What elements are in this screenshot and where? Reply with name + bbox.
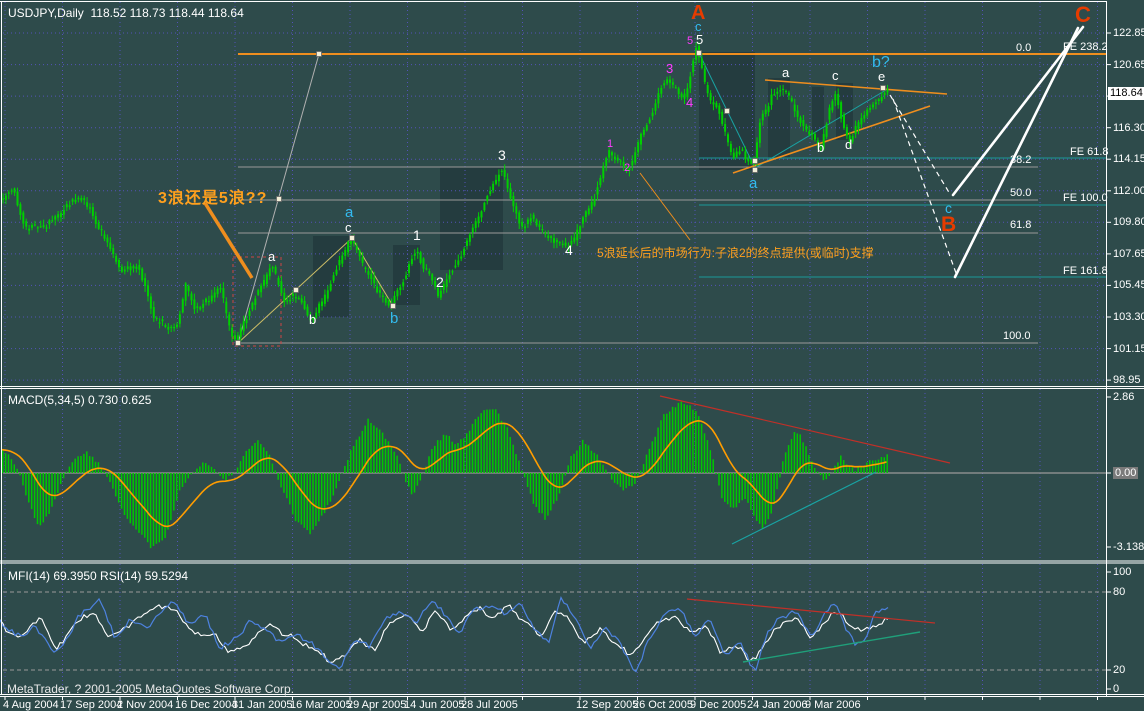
wave-label: b? xyxy=(872,55,890,71)
symbol-title: USDJPY,Daily xyxy=(8,6,84,20)
price-label: 109.80 xyxy=(1113,216,1144,228)
wave-label: 2 xyxy=(436,275,444,289)
date-label: 29 Apr 2005 xyxy=(347,699,406,711)
mfi-axis-label: 0 xyxy=(1113,683,1119,695)
wave-label: 5 xyxy=(696,33,703,46)
fib-retracement-label: 100.0 xyxy=(1003,330,1031,342)
fib-retracement-label: 0.0 xyxy=(1016,42,1031,54)
macd-axis-label: -3.138 xyxy=(1113,541,1144,553)
metatrader-chart-window: USDJPY,Daily 118.52 118.73 118.44 118.64… xyxy=(0,0,1144,711)
wave-question-annotation: 3浪还是5浪?? xyxy=(158,184,267,208)
mfi-axis-label: 20 xyxy=(1113,664,1125,676)
price-label: 98.95 xyxy=(1113,374,1141,386)
date-label: 16 Dec 2004 xyxy=(175,699,237,711)
price-label: 101.15 xyxy=(1113,343,1144,355)
macd-axis-label: 2.86 xyxy=(1113,391,1134,403)
wave-label: 5 xyxy=(687,36,693,47)
date-label: 12 Sep 2005 xyxy=(576,699,638,711)
price-label: 114.15 xyxy=(1113,153,1144,165)
price-label: 103.30 xyxy=(1113,311,1144,323)
fib-retracement-label: 38.2 xyxy=(1010,154,1031,166)
wave-label: d xyxy=(845,138,852,151)
wave-label: a xyxy=(749,176,757,191)
wave-label: a xyxy=(345,205,353,220)
wave-label: 1 xyxy=(413,228,421,242)
date-label: 14 Jun 2005 xyxy=(404,699,465,711)
wave-label: a xyxy=(268,250,275,263)
date-label: 4 Aug 2004 xyxy=(3,699,59,711)
date-label: 17 Sep 2004 xyxy=(60,699,122,711)
price-label: 120.65 xyxy=(1113,59,1144,71)
fib-expansion-label: FE 238.2 xyxy=(1063,41,1108,53)
price-label: 116.30 xyxy=(1113,122,1144,134)
date-label: 9 Dec 2005 xyxy=(690,699,746,711)
macd-axis-label: 0.00 xyxy=(1113,467,1138,479)
wave-label: b xyxy=(817,141,824,154)
wave-label: 4 xyxy=(686,96,693,109)
date-label: 24 Jan 2006 xyxy=(747,699,808,711)
wave-label: c xyxy=(832,69,839,82)
wave-label: c xyxy=(345,221,352,234)
wave-label: C xyxy=(1075,4,1091,26)
price-label: 105.45 xyxy=(1113,279,1144,291)
copyright-text: MetaTrader, ? 2001-2005 MetaQuotes Softw… xyxy=(7,682,294,696)
date-label: 16 Mar 2005 xyxy=(290,699,352,711)
fib-retracement-label: 50.0 xyxy=(1010,187,1031,199)
wave-behavior-annotation: 5浪延长后的市场行为:子浪2的终点提供(或临时)支撑 xyxy=(597,244,874,261)
fib-expansion-label: FE 161.8 xyxy=(1063,265,1108,277)
wave-label: b xyxy=(390,311,398,326)
wave-label: 2 xyxy=(624,163,630,174)
wave-label: 3 xyxy=(666,62,673,75)
wave-label: a xyxy=(782,66,789,79)
mfi-axis-label: 80 xyxy=(1113,586,1125,598)
fib-expansion-label: FE 100.0 xyxy=(1063,192,1108,204)
wave-label: 3 xyxy=(498,148,506,162)
macd-indicator-label: MACD(5,34,5) 0.730 0.625 xyxy=(8,393,151,407)
chart-canvas[interactable] xyxy=(0,0,1144,711)
fib-retracement-label: 61.8 xyxy=(1010,219,1031,231)
ohlc-values: 118.52 118.73 118.44 118.64 xyxy=(90,6,243,20)
wave-label: e xyxy=(878,70,885,83)
wave-label: 4 xyxy=(565,243,573,257)
price-label: 112.00 xyxy=(1113,185,1144,197)
current-price-box: 118.64 xyxy=(1108,87,1144,100)
symbol-ohlc-title: USDJPY,Daily 118.52 118.73 118.44 118.64 xyxy=(8,6,244,20)
price-label: 122.85 xyxy=(1113,27,1144,39)
wave-label: B xyxy=(941,214,956,235)
date-label: 31 Jan 2005 xyxy=(232,699,293,711)
mfi-axis-label: 100 xyxy=(1113,566,1131,578)
fib-expansion-label: FE 61.8 xyxy=(1070,146,1109,158)
wave-label: 1 xyxy=(607,139,613,150)
date-label: 2 Nov 2004 xyxy=(117,699,173,711)
date-label: 9 Mar 2006 xyxy=(805,699,861,711)
date-label: 26 Oct 2005 xyxy=(633,699,693,711)
price-label: 107.65 xyxy=(1113,248,1144,260)
date-label: 28 Jul 2005 xyxy=(461,699,518,711)
mfi-rsi-indicator-label: MFI(14) 69.3950 RSI(14) 59.5294 xyxy=(8,569,188,583)
wave-label: b xyxy=(309,313,316,326)
